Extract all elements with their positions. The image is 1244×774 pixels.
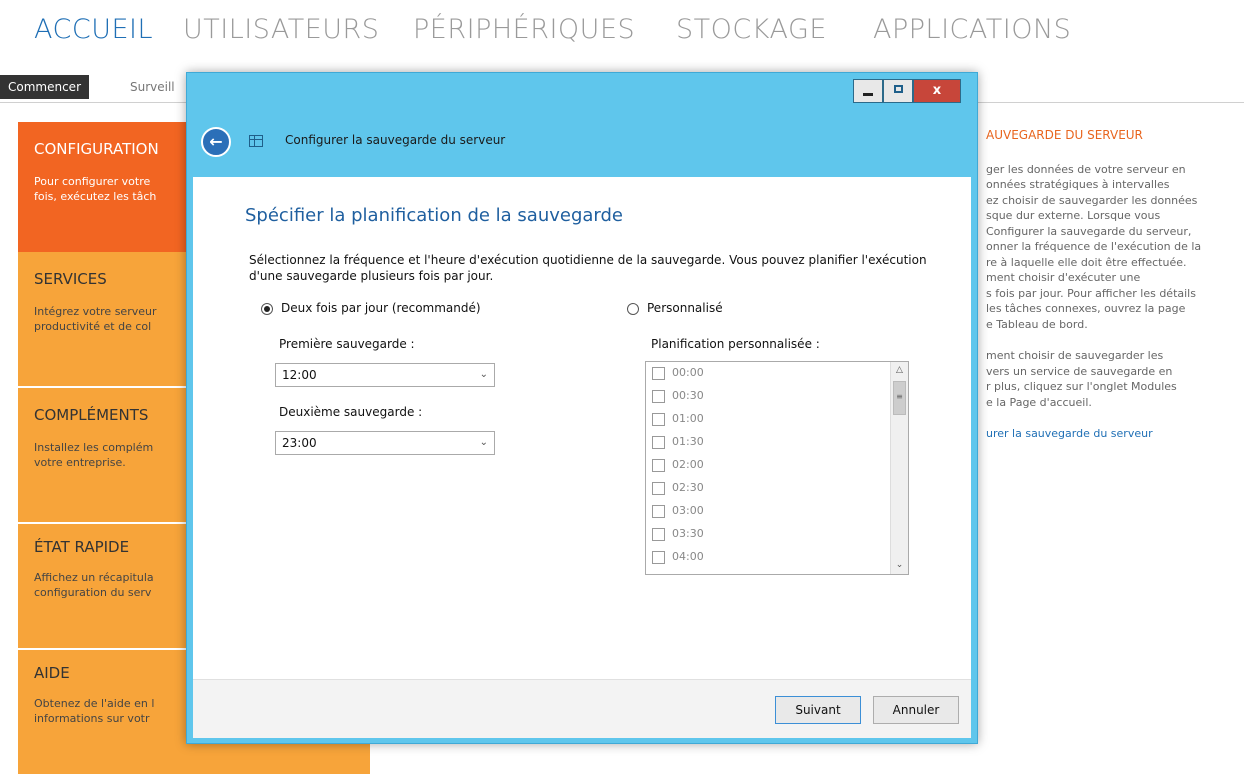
- checkbox[interactable]: [652, 481, 665, 495]
- checkbox[interactable]: [652, 366, 665, 380]
- list-item[interactable]: 01:00: [652, 410, 704, 427]
- first-backup-label: Première sauvegarde :: [279, 337, 415, 351]
- checkbox[interactable]: [652, 458, 665, 472]
- checkbox[interactable]: [652, 527, 665, 541]
- list-item[interactable]: 04:00: [652, 548, 704, 565]
- nav-item-stockage[interactable]: STOCKAGE: [676, 14, 827, 45]
- subtab-surveillance[interactable]: Surveill: [122, 75, 183, 99]
- configure-backup-link[interactable]: urer la sauvegarde du serveur: [986, 426, 1236, 442]
- second-backup-label: Deuxième sauvegarde :: [279, 405, 423, 419]
- dialog-header: ← Configurer la sauvegarde du serveur: [193, 109, 971, 177]
- dialog-footer: Suivant Annuler: [193, 679, 971, 738]
- scrollbar-thumb[interactable]: ≡: [893, 381, 906, 415]
- list-item[interactable]: 00:30: [652, 387, 704, 404]
- backup-dialog: x ← Configurer la sauvegarde du serveur …: [186, 72, 978, 744]
- scroll-down-icon[interactable]: ⌄: [891, 557, 908, 574]
- list-item[interactable]: 03:00: [652, 502, 704, 519]
- nav-item-applications[interactable]: APPLICATIONS: [873, 14, 1071, 45]
- tile-title: CONFIGURATION: [34, 140, 159, 158]
- chevron-down-icon: ⌄: [479, 369, 488, 380]
- radio-custom[interactable]: [627, 303, 639, 315]
- custom-schedule-list[interactable]: 00:00 00:30 01:00 01:30 02:00 02:30 03:0…: [645, 361, 909, 575]
- checkbox[interactable]: [652, 550, 665, 564]
- nav-item-utilisateurs[interactable]: UTILISATEURS: [183, 14, 379, 45]
- nav-item-accueil[interactable]: ACCUEIL: [34, 14, 153, 45]
- back-button[interactable]: ←: [201, 127, 231, 157]
- nav-item-peripheriques[interactable]: PÉRIPHÉRIQUES: [413, 14, 635, 45]
- list-item[interactable]: 00:00: [652, 364, 704, 381]
- dialog-title: Configurer la sauvegarde du serveur: [285, 133, 506, 147]
- next-button[interactable]: Suivant: [775, 696, 861, 724]
- info-title: AUVEGARDE DU SERVEUR: [986, 128, 1143, 142]
- cancel-button[interactable]: Annuler: [873, 696, 959, 724]
- radio-twice-daily-label: Deux fois par jour (recommandé): [281, 301, 481, 315]
- info-panel: AUVEGARDE DU SERVEUR ger les données de …: [986, 128, 1236, 442]
- back-arrow-icon: ←: [209, 132, 223, 151]
- radio-twice-daily[interactable]: [261, 303, 273, 315]
- list-item[interactable]: 03:30: [652, 525, 704, 542]
- minimize-button[interactable]: [853, 79, 883, 103]
- list-item[interactable]: 01:30: [652, 433, 704, 450]
- second-backup-value: 23:00: [282, 436, 317, 450]
- list-scrollbar[interactable]: △ ≡ ⌄: [890, 362, 908, 574]
- maximize-icon: [893, 85, 903, 93]
- tile-title: ÉTAT RAPIDE: [34, 538, 130, 556]
- close-icon: x: [932, 83, 942, 98]
- tile-title: COMPLÉMENTS: [34, 406, 149, 424]
- list-item[interactable]: 02:30: [652, 479, 704, 496]
- close-button[interactable]: x: [913, 79, 961, 103]
- scroll-up-icon[interactable]: △: [891, 362, 908, 379]
- second-backup-select[interactable]: 23:00 ⌄: [275, 431, 495, 455]
- checkbox[interactable]: [652, 435, 665, 449]
- subtab-commencer[interactable]: Commencer: [0, 75, 90, 99]
- checkbox[interactable]: [652, 389, 665, 403]
- maximize-button[interactable]: [883, 79, 913, 103]
- page-heading: Spécifier la planification de la sauvega…: [245, 205, 623, 226]
- info-paragraph: ger les données de votre serveur en onné…: [986, 162, 1202, 331]
- first-backup-select[interactable]: 12:00 ⌄: [275, 363, 495, 387]
- chevron-down-icon: ⌄: [479, 437, 488, 448]
- list-item[interactable]: 02:00: [652, 456, 704, 473]
- tile-title: SERVICES: [34, 270, 107, 288]
- dialog-content: ← Configurer la sauvegarde du serveur Sp…: [193, 109, 971, 738]
- minimize-icon: [863, 93, 873, 96]
- radio-custom-label: Personnalisé: [647, 301, 723, 315]
- top-navigation: ACCUEIL UTILISATEURS PÉRIPHÉRIQUES STOCK…: [0, 0, 1244, 60]
- first-backup-value: 12:00: [282, 368, 317, 382]
- info-paragraph: ment choisir de sauvegarder les vers un …: [986, 349, 1177, 409]
- checkbox[interactable]: [652, 504, 665, 518]
- tile-title: AIDE: [34, 664, 70, 682]
- page-description: Sélectionnez la fréquence et l'heure d'e…: [249, 253, 927, 283]
- checkbox[interactable]: [652, 412, 665, 426]
- calendar-icon: [249, 135, 263, 147]
- custom-schedule-label: Planification personnalisée :: [651, 337, 820, 351]
